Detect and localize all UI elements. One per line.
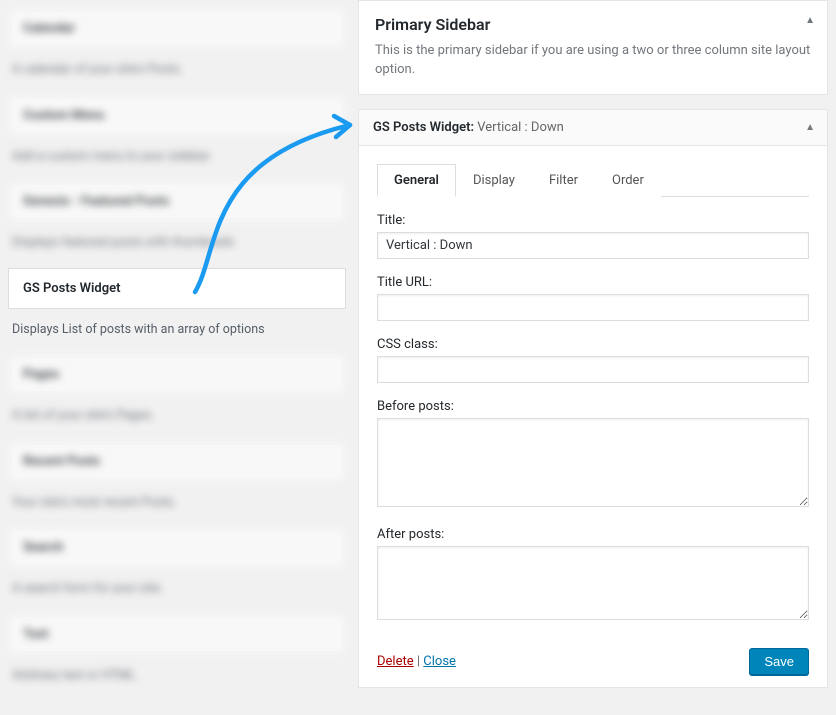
title-label: Title: [377, 213, 809, 228]
before-posts-label: Before posts: [377, 399, 809, 414]
sidebar-drop-area: Primary Sidebar This is the primary side… [354, 0, 836, 715]
gs-posts-widget-item[interactable]: GS Posts Widget [8, 268, 346, 309]
sidebar-area-desc: This is the primary sidebar if you are u… [375, 42, 811, 80]
widget-item[interactable]: Genesis - Featured Posts [8, 181, 346, 222]
tab-order[interactable]: Order [595, 164, 661, 197]
css-class-input[interactable] [377, 356, 809, 383]
widget-desc: A calendar of your site's Posts. [8, 51, 346, 95]
widget-desc: Add a custom menu to your sidebar. [8, 138, 346, 182]
widget-instance-header[interactable]: GS Posts Widget: Vertical : Down ▲ [359, 110, 827, 146]
chevron-up-icon[interactable]: ▲ [805, 15, 815, 26]
widget-item[interactable]: Text [8, 614, 346, 655]
widget-item[interactable]: Recent Posts [8, 441, 346, 482]
title-input[interactable] [377, 232, 809, 259]
close-link[interactable]: Close [423, 654, 456, 669]
widget-instance-name: GS Posts Widget: [373, 120, 474, 135]
before-posts-textarea[interactable] [377, 418, 809, 507]
chevron-up-icon[interactable]: ▲ [805, 122, 815, 133]
widget-desc: A search form for your site. [8, 570, 346, 614]
link-separator: | [417, 654, 420, 669]
tab-display[interactable]: Display [456, 164, 532, 197]
widget-item[interactable]: Calendar [8, 8, 346, 49]
available-widgets-panel: Calendar A calendar of your site's Posts… [0, 0, 354, 715]
sidebar-area-header[interactable]: Primary Sidebar This is the primary side… [358, 0, 828, 95]
title-url-input[interactable] [377, 294, 809, 321]
footer-links: Delete | Close [377, 654, 456, 669]
widget-item[interactable]: Pages [8, 354, 346, 395]
widget-desc: Arbitrary text or HTML. [8, 657, 346, 701]
sidebar-area-title: Primary Sidebar [375, 15, 811, 34]
tab-general[interactable]: General [377, 164, 456, 197]
widget-item[interactable]: Search [8, 527, 346, 568]
widget-desc: Displays featured posts with thumbnails [8, 224, 346, 268]
widget-tabs: General Display Filter Order [377, 164, 809, 197]
css-class-label: CSS class: [377, 337, 809, 352]
widget-instance-subtitle: Vertical : Down [477, 120, 564, 135]
save-button[interactable]: Save [749, 648, 809, 675]
widget-desc: Your site's most recent Posts. [8, 484, 346, 528]
widget-instance-expanded: GS Posts Widget: Vertical : Down ▲ Gener… [358, 109, 828, 688]
blurred-widgets-before: Calendar A calendar of your site's Posts… [8, 8, 346, 268]
blurred-widgets-after: Pages A list of your site's Pages. Recen… [8, 354, 346, 700]
tab-filter[interactable]: Filter [532, 164, 595, 197]
title-url-label: Title URL: [377, 275, 809, 290]
after-posts-textarea[interactable] [377, 546, 809, 620]
after-posts-label: After posts: [377, 527, 809, 542]
widget-desc: A list of your site's Pages. [8, 397, 346, 441]
delete-link[interactable]: Delete [377, 654, 414, 669]
gs-posts-widget-desc: Displays List of posts with an array of … [8, 311, 346, 355]
widget-item[interactable]: Custom Menu [8, 95, 346, 136]
